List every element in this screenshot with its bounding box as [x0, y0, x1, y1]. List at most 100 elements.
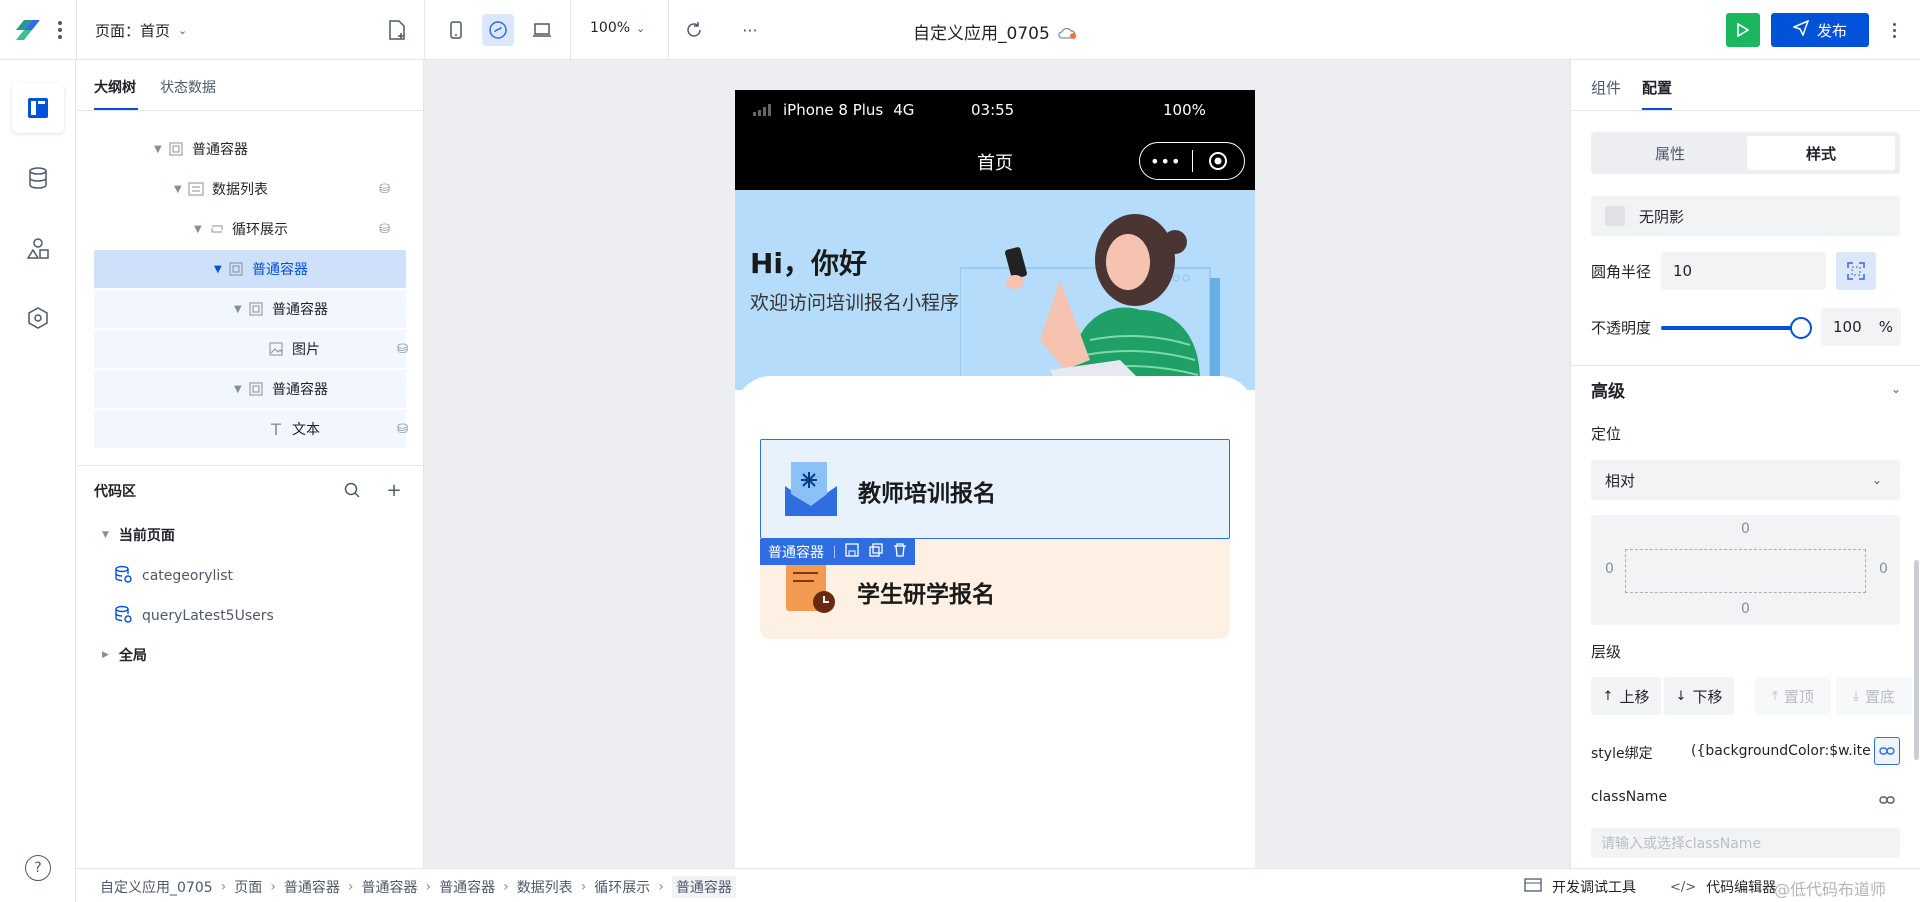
settings-hexagon-icon[interactable] — [24, 304, 52, 332]
tab-outline[interactable]: 大纲树 — [94, 77, 136, 97]
list-icon — [188, 181, 204, 197]
seg-style[interactable]: 样式 — [1747, 136, 1895, 170]
tree-node[interactable]: ▼ 数据列表 ⛁ — [94, 170, 406, 208]
more-icon[interactable]: ··· — [738, 18, 762, 42]
current-page-group[interactable]: ▼ 当前页面 — [102, 525, 175, 545]
code-brackets-icon: </> — [1670, 879, 1697, 895]
teacher-training-card[interactable]: 教师培训报名 — [760, 439, 1230, 539]
caret-down-icon[interactable]: ▼ — [214, 264, 228, 275]
tab-config[interactable]: 配置 — [1642, 77, 1672, 98]
opacity-input[interactable]: 100 % — [1821, 308, 1901, 346]
desktop-view-icon[interactable] — [528, 16, 556, 44]
breadcrumb-item[interactable]: 自定义应用_0705 — [100, 877, 213, 897]
more-menu-icon[interactable] — [1882, 18, 1906, 42]
opacity-slider-thumb[interactable] — [1790, 317, 1812, 339]
offset-top[interactable]: 0 — [1591, 521, 1900, 537]
caret-down-icon[interactable]: ▼ — [154, 144, 168, 155]
move-down-button[interactable]: ↓ 下移 — [1664, 677, 1734, 715]
add-icon[interactable]: + — [384, 480, 404, 501]
save-icon[interactable] — [845, 543, 859, 561]
breadcrumb-item[interactable]: 普通容器 — [439, 877, 495, 897]
to-top-button[interactable]: ⤒ 置顶 — [1755, 677, 1831, 715]
more-dots-icon[interactable]: ••• — [1140, 152, 1192, 171]
refresh-icon[interactable] — [682, 18, 706, 42]
copy-icon[interactable] — [869, 543, 883, 561]
outline-nav-icon[interactable] — [12, 83, 64, 133]
breadcrumb-item[interactable]: 普通容器 — [361, 877, 417, 897]
global-group[interactable]: ▶ 全局 — [102, 645, 147, 665]
container-icon — [248, 381, 264, 397]
tab-state-data[interactable]: 状态数据 — [160, 77, 216, 97]
offset-bottom[interactable]: 0 — [1591, 601, 1900, 617]
run-button[interactable] — [1726, 13, 1760, 47]
miniprogram-view-icon[interactable] — [482, 14, 514, 46]
to-bottom-label: 置底 — [1864, 687, 1895, 706]
link-icon[interactable] — [1876, 789, 1898, 811]
help-icon[interactable]: ? — [25, 855, 51, 881]
position-select[interactable]: 相对 ⌄ — [1591, 460, 1900, 500]
style-binding-value[interactable]: ({backgroundColor:$w.ite... — [1691, 743, 1871, 759]
tree-node[interactable]: 图片 ⛁ — [94, 330, 408, 368]
mobile-view-icon[interactable] — [442, 16, 470, 44]
advanced-section-header[interactable]: 高级 ⌄ — [1591, 374, 1901, 404]
offset-inner-box — [1625, 549, 1866, 593]
offset-right[interactable]: 0 — [1879, 561, 1888, 577]
devtools-button[interactable]: 开发调试工具 — [1524, 877, 1636, 897]
tree-node[interactable]: T 文本 ⛁ — [94, 410, 408, 448]
offset-left[interactable]: 0 — [1605, 561, 1614, 577]
card-title: 教师培训报名 — [858, 481, 996, 507]
publish-button[interactable]: 发布 — [1771, 13, 1869, 47]
caret-down-icon[interactable]: ▼ — [194, 224, 208, 235]
tree-node-selected[interactable]: ▼ 普通容器 — [94, 250, 406, 288]
to-top-label: 置顶 — [1783, 687, 1814, 706]
code-item[interactable]: categeorylist — [114, 565, 233, 587]
tab-components[interactable]: 组件 — [1591, 77, 1621, 98]
breadcrumb-item[interactable]: 普通容器 — [284, 877, 340, 897]
app-logo[interactable] — [14, 16, 44, 44]
opacity-label: 不透明度 — [1591, 319, 1652, 337]
radius-input[interactable]: 10 — [1661, 252, 1826, 290]
to-bottom-button[interactable]: ⤓ 置底 — [1836, 677, 1912, 715]
panel-scrollbar[interactable] — [1914, 560, 1919, 760]
caret-down-icon[interactable]: ▼ — [234, 384, 248, 395]
shadow-select[interactable]: 无阴影 — [1591, 196, 1900, 236]
search-icon[interactable] — [342, 480, 362, 500]
top-toolbar: 页面：首页 ⌄ 100% ⌄ ··· 自定义应用_0705 发布 — [0, 0, 1920, 60]
close-target-icon[interactable] — [1192, 151, 1244, 171]
design-canvas: iPhone 8 Plus 4G 03:55 100% 首页 ••• Hi，你好… — [424, 60, 1570, 868]
database-icon[interactable] — [24, 164, 52, 192]
tree-node[interactable]: ▼ 普通容器 — [94, 370, 406, 408]
caret-down-icon[interactable]: ▼ — [234, 304, 248, 315]
move-up-button[interactable]: ↑ 上移 — [1591, 677, 1661, 715]
tree-node-label: 文本 — [292, 422, 320, 438]
capsule-menu[interactable]: ••• — [1139, 142, 1245, 180]
tree-node[interactable]: ▼ 循环展示 ⛁ — [94, 210, 406, 248]
send-icon — [1791, 19, 1810, 40]
corner-mode-icon[interactable] — [1836, 252, 1876, 290]
tree-node[interactable]: ▼ 普通容器 — [94, 290, 406, 328]
code-editor-button[interactable]: </> 代码编辑器 — [1670, 877, 1776, 897]
caret-down-icon[interactable]: ▼ — [174, 184, 188, 195]
breadcrumb-item[interactable]: 页面 — [234, 877, 262, 897]
tree-node[interactable]: ▼ 普通容器 — [94, 130, 406, 168]
chevron-right-icon: › — [220, 879, 227, 895]
style-binding-label: style绑定 — [1591, 746, 1653, 762]
tree-node-label: 普通容器 — [272, 302, 328, 318]
code-item[interactable]: queryLatest5Users — [114, 605, 274, 627]
add-page-icon[interactable] — [386, 19, 408, 41]
zoom-select[interactable]: 100% ⌄ — [590, 20, 645, 36]
tree-node-label: 图片 — [292, 342, 320, 358]
page-selector[interactable]: 页面：首页 ⌄ — [95, 20, 187, 40]
breadcrumb-item[interactable]: 循环展示 — [594, 877, 650, 897]
seg-props[interactable]: 属性 — [1595, 136, 1745, 170]
document-clock-icon — [784, 559, 838, 615]
link-binding-icon[interactable] — [1874, 737, 1900, 765]
opacity-slider[interactable] — [1661, 317, 1812, 339]
components-icon[interactable] — [24, 234, 52, 262]
advanced-title: 高级 — [1591, 381, 1625, 402]
classname-input[interactable]: 请输入或选择className — [1591, 828, 1900, 858]
breadcrumb-item[interactable]: 数据列表 — [517, 877, 573, 897]
delete-icon[interactable] — [893, 543, 907, 561]
breadcrumb-item[interactable]: 普通容器 — [671, 876, 736, 898]
app-menu-icon[interactable] — [54, 18, 66, 42]
